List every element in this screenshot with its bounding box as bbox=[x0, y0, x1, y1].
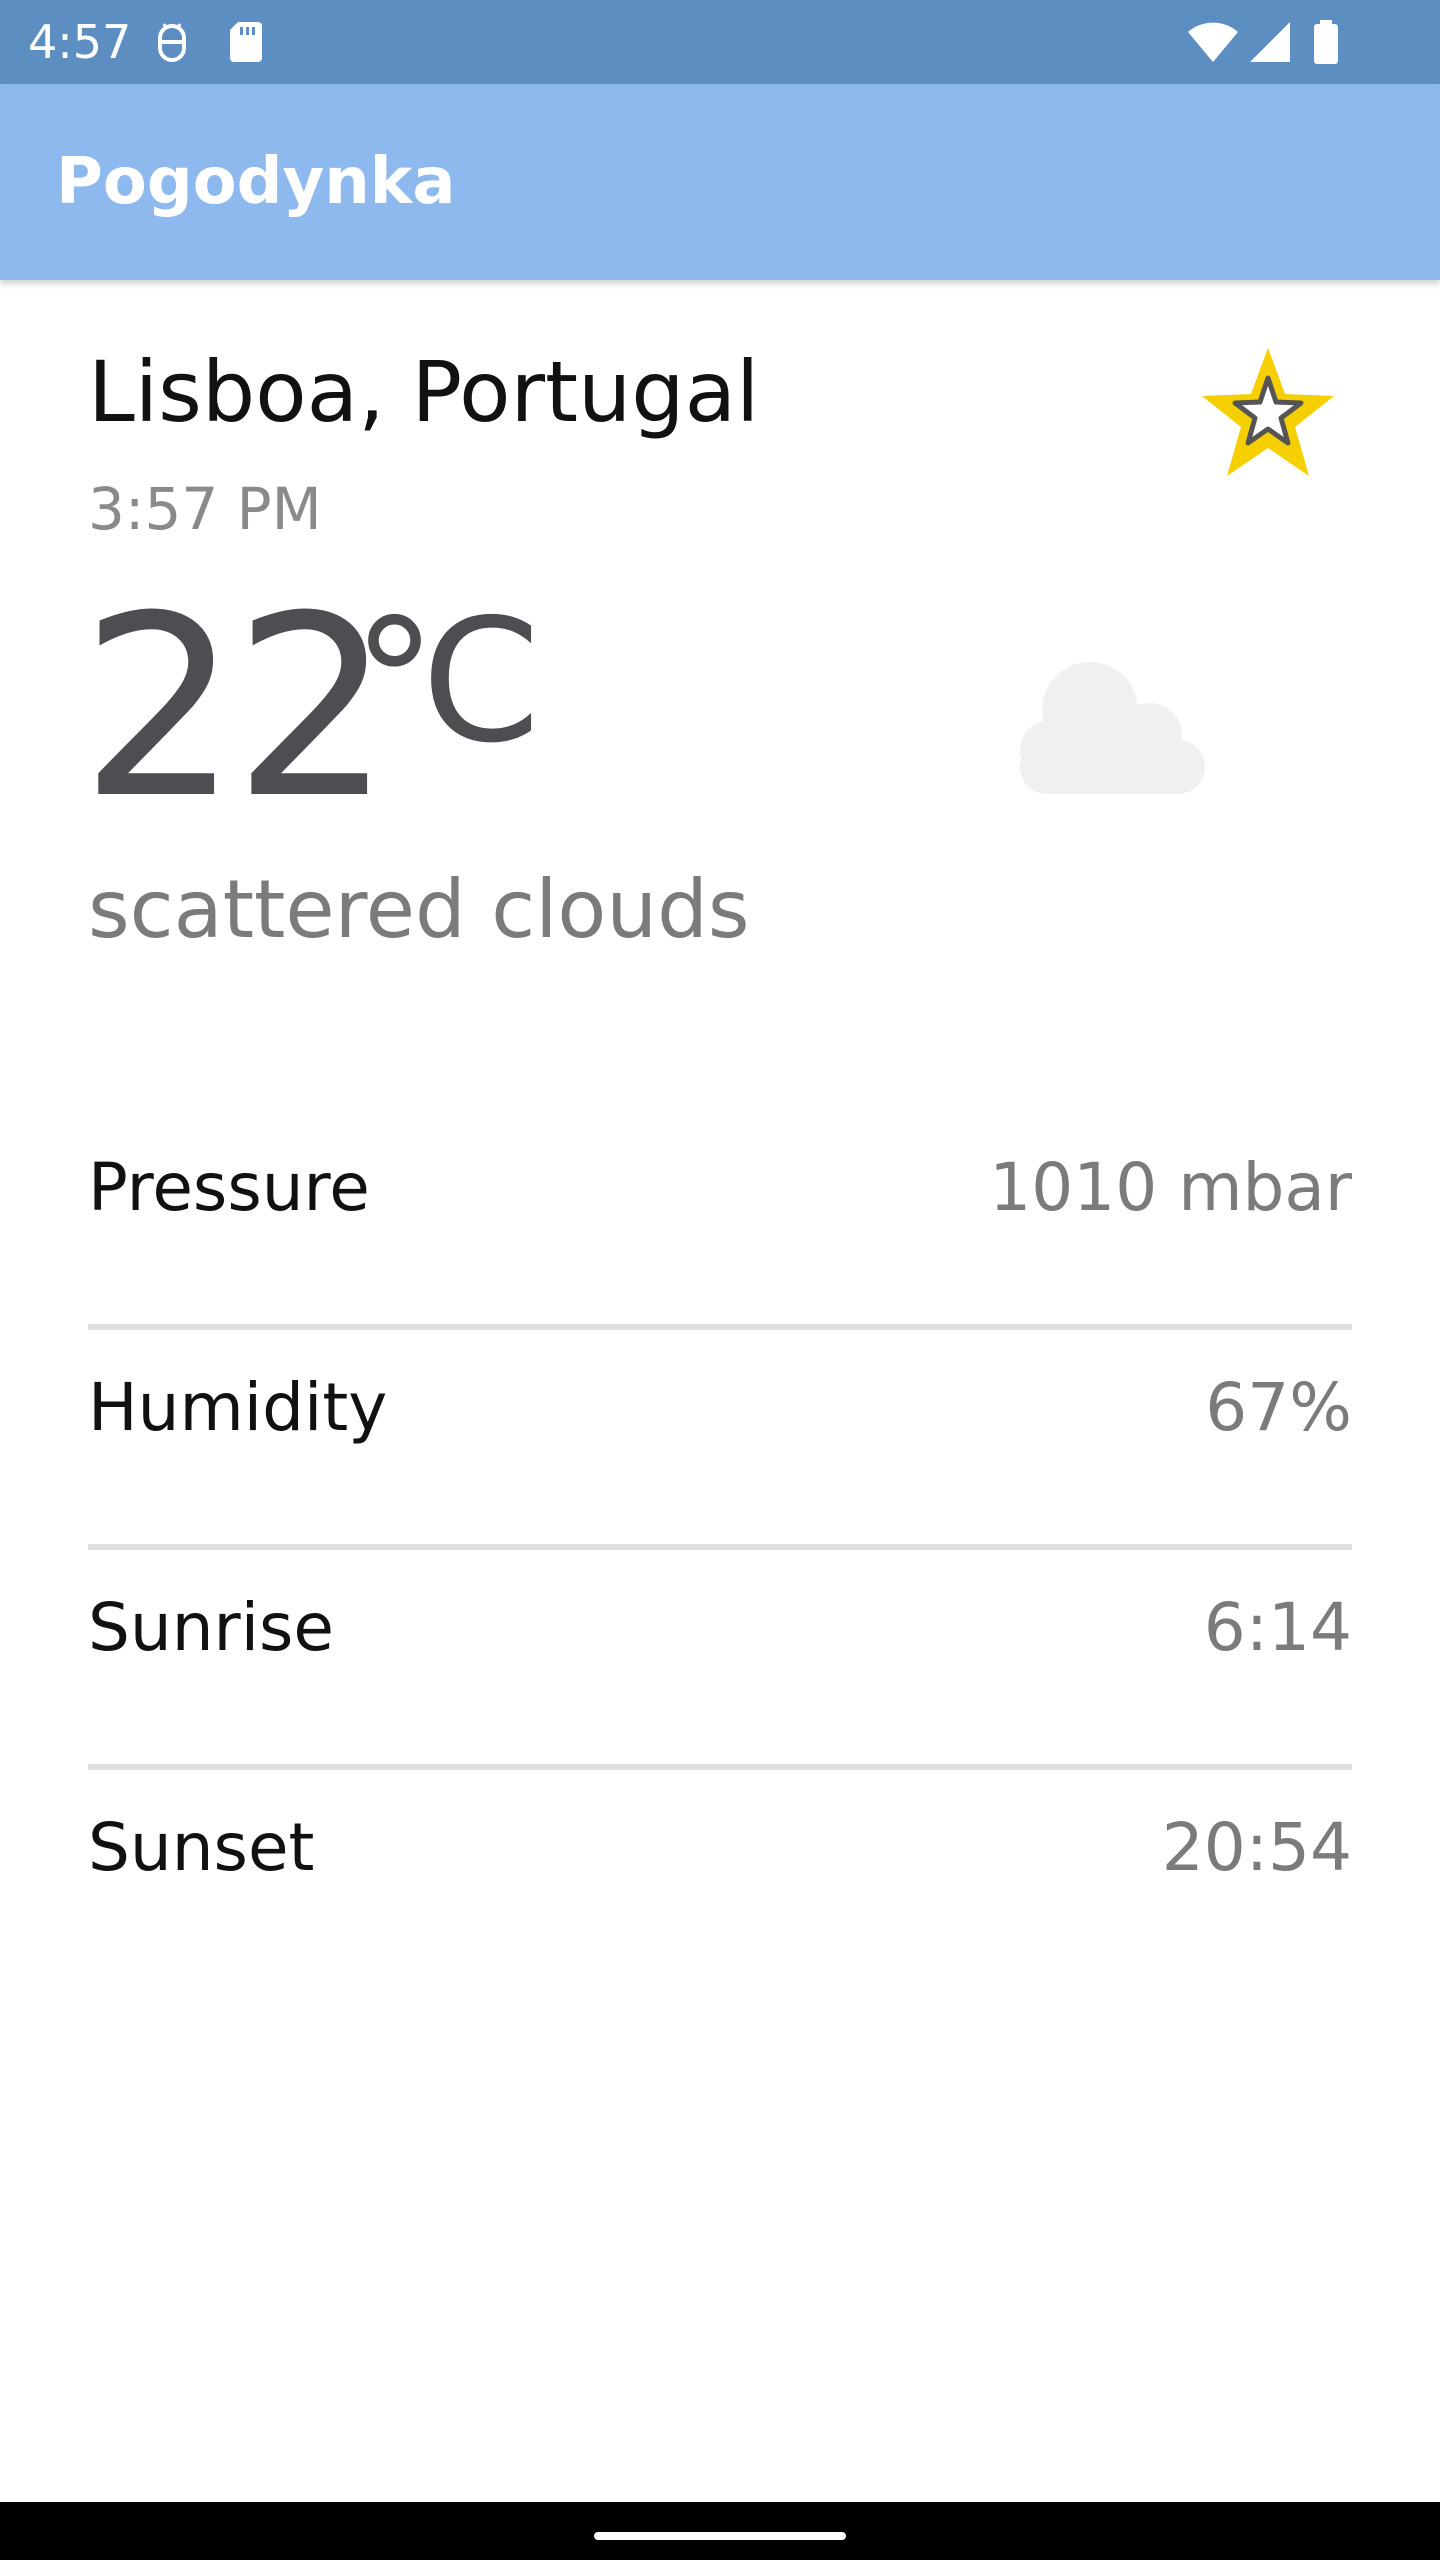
status-bar: 4:57 bbox=[0, 0, 1440, 84]
detail-label: Humidity bbox=[88, 1369, 388, 1446]
app-title: Pogodynka bbox=[56, 145, 456, 219]
detail-label: Pressure bbox=[88, 1149, 370, 1226]
weather-screen: 4:57 Pogodynka Lisboa, Portugal 3:57 PM … bbox=[0, 0, 1440, 2560]
temperature-value: 22 bbox=[80, 562, 392, 853]
wifi-icon bbox=[1186, 18, 1240, 66]
home-gesture-handle[interactable] bbox=[594, 2532, 846, 2540]
star-icon bbox=[1196, 344, 1340, 484]
android-debug-icon bbox=[148, 18, 196, 66]
detail-label: Sunrise bbox=[88, 1589, 335, 1666]
local-time: 3:57 PM bbox=[88, 475, 322, 543]
detail-label: Sunset bbox=[88, 1809, 315, 1886]
temperature-unit: ℃ bbox=[352, 583, 543, 781]
detail-row-humidity: Humidity 67% bbox=[88, 1330, 1352, 1550]
detail-value: 20:54 bbox=[1161, 1809, 1352, 1886]
app-bar: Pogodynka bbox=[0, 84, 1440, 280]
navigation-bar bbox=[0, 2502, 1440, 2560]
detail-value: 67% bbox=[1205, 1369, 1352, 1446]
battery-icon bbox=[1306, 18, 1346, 66]
weather-description: scattered clouds bbox=[88, 863, 750, 956]
detail-value: 1010 mbar bbox=[989, 1149, 1352, 1226]
detail-row-sunrise: Sunrise 6:14 bbox=[88, 1550, 1352, 1770]
detail-value: 6:14 bbox=[1203, 1589, 1352, 1666]
sd-card-icon bbox=[222, 18, 270, 66]
cloud-icon bbox=[1000, 650, 1220, 800]
weather-details-list: Pressure 1010 mbar Humidity 67% Sunrise … bbox=[88, 1110, 1352, 1990]
city-name: Lisboa, Portugal bbox=[88, 343, 760, 441]
cellular-signal-icon bbox=[1246, 18, 1294, 66]
detail-row-pressure: Pressure 1010 mbar bbox=[88, 1110, 1352, 1330]
favorite-button[interactable] bbox=[1196, 344, 1340, 484]
detail-row-sunset: Sunset 20:54 bbox=[88, 1770, 1352, 1990]
status-time: 4:57 bbox=[28, 15, 132, 69]
